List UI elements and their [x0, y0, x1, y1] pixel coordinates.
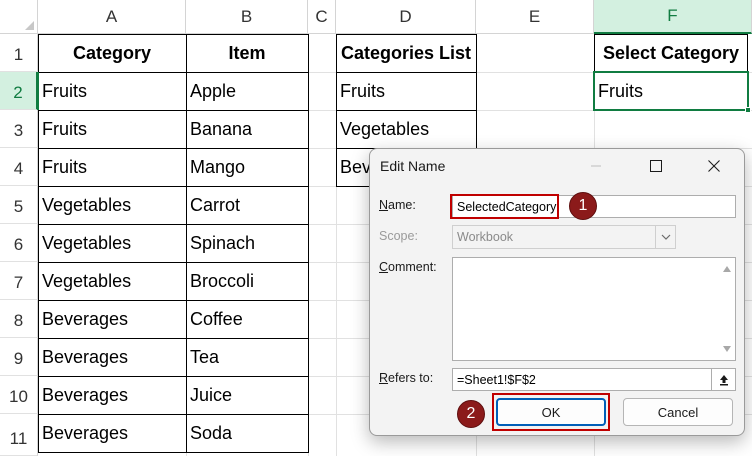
- scope-value: Workbook: [457, 230, 513, 244]
- collapse-dialog-icon: [719, 374, 729, 386]
- refers-to-label-accesskey: R: [379, 371, 388, 385]
- refers-to-label: Refers to:: [379, 371, 433, 385]
- row-header-1[interactable]: 1: [0, 34, 38, 72]
- row-header-10[interactable]: 10: [0, 376, 38, 414]
- chevron-down-icon: [661, 234, 671, 240]
- step-badge-1: 1: [569, 192, 597, 220]
- row-header-11[interactable]: 11: [0, 414, 38, 456]
- cell-a6[interactable]: Vegetables: [38, 224, 186, 262]
- maximize-button[interactable]: [634, 149, 678, 183]
- cell-a7[interactable]: Vegetables: [38, 262, 186, 300]
- refers-to-field[interactable]: =Sheet1!$F$2: [452, 368, 736, 391]
- column-header-d[interactable]: D: [336, 0, 476, 34]
- active-cell-outline: [593, 71, 749, 111]
- cell-b1[interactable]: Item: [186, 34, 308, 72]
- row-header-9[interactable]: 9: [0, 338, 38, 376]
- cell-b10[interactable]: Juice: [186, 376, 308, 414]
- collapse-dialog-button[interactable]: [711, 369, 735, 390]
- cell-b9[interactable]: Tea: [186, 338, 308, 376]
- column-header-f[interactable]: F: [594, 0, 752, 34]
- comment-textarea[interactable]: [452, 257, 736, 361]
- cell-b6[interactable]: Spinach: [186, 224, 308, 262]
- row-header-2[interactable]: 2: [0, 72, 38, 110]
- step-badge-2: 2: [457, 400, 485, 428]
- cancel-button[interactable]: Cancel: [623, 398, 733, 426]
- name-label-accesskey: N: [379, 198, 388, 212]
- scroll-down-icon[interactable]: [723, 346, 731, 352]
- maximize-icon: [650, 160, 662, 172]
- name-label: Name:: [379, 198, 416, 212]
- comment-label-accesskey: C: [379, 260, 388, 274]
- minimize-icon: [590, 160, 602, 172]
- scope-dropdown-button[interactable]: [655, 226, 675, 248]
- cell-a1[interactable]: Category: [38, 34, 186, 72]
- edit-name-dialog: Edit Name Name: SelectedCategory 1 Scope…: [369, 148, 745, 436]
- fill-handle[interactable]: [745, 107, 751, 113]
- cell-b3[interactable]: Banana: [186, 110, 308, 148]
- cell-a8[interactable]: Beverages: [38, 300, 186, 338]
- cell-b2[interactable]: Apple: [186, 72, 308, 110]
- row-header-6[interactable]: 6: [0, 224, 38, 262]
- row-header-7[interactable]: 7: [0, 262, 38, 300]
- refers-to-label-text: efers to:: [388, 371, 433, 385]
- column-header-e[interactable]: E: [476, 0, 594, 34]
- column-header-c[interactable]: C: [308, 0, 336, 34]
- cell-b4[interactable]: Mango: [186, 148, 308, 186]
- cell-b8[interactable]: Coffee: [186, 300, 308, 338]
- row-header-4[interactable]: 4: [0, 148, 38, 186]
- row-header-8[interactable]: 8: [0, 300, 38, 338]
- cell-a3[interactable]: Fruits: [38, 110, 186, 148]
- scope-label: Scope:: [379, 229, 418, 243]
- cell-b5[interactable]: Carrot: [186, 186, 308, 224]
- close-button[interactable]: [692, 149, 736, 183]
- cell-a2[interactable]: Fruits: [38, 72, 186, 110]
- row-header-5[interactable]: 5: [0, 186, 38, 224]
- column-header-b[interactable]: B: [186, 0, 308, 34]
- minimize-button[interactable]: [574, 149, 618, 183]
- row-selection-edge: [37, 72, 39, 110]
- cell-f1[interactable]: Select Category: [594, 34, 748, 72]
- refers-to-value: =Sheet1!$F$2: [457, 373, 536, 387]
- cell-d2[interactable]: Fruits: [336, 72, 476, 110]
- name-highlight: [450, 194, 559, 219]
- cell-b7[interactable]: Broccoli: [186, 262, 308, 300]
- cell-d1[interactable]: Categories List: [336, 34, 476, 72]
- cell-a9[interactable]: Beverages: [38, 338, 186, 376]
- close-icon: [708, 160, 720, 172]
- name-label-text: ame:: [388, 198, 416, 212]
- scope-dropdown[interactable]: Workbook: [452, 225, 676, 249]
- row-header-3[interactable]: 3: [0, 110, 38, 148]
- comment-label: Comment:: [379, 260, 437, 274]
- dialog-title: Edit Name: [380, 158, 445, 174]
- cell-a5[interactable]: Vegetables: [38, 186, 186, 224]
- select-all-corner[interactable]: [0, 0, 38, 34]
- comment-label-text: omment:: [388, 260, 437, 274]
- scroll-up-icon[interactable]: [723, 266, 731, 272]
- cell-b11[interactable]: Soda: [186, 414, 308, 452]
- select-all-triangle-icon: [25, 21, 34, 30]
- column-header-a[interactable]: A: [38, 0, 186, 34]
- cell-a11[interactable]: Beverages: [38, 414, 186, 452]
- cell-a4[interactable]: Fruits: [38, 148, 186, 186]
- cell-d3[interactable]: Vegetables: [336, 110, 476, 148]
- cell-a10[interactable]: Beverages: [38, 376, 186, 414]
- comment-scrollbar[interactable]: [718, 258, 735, 360]
- ok-highlight: [492, 393, 610, 431]
